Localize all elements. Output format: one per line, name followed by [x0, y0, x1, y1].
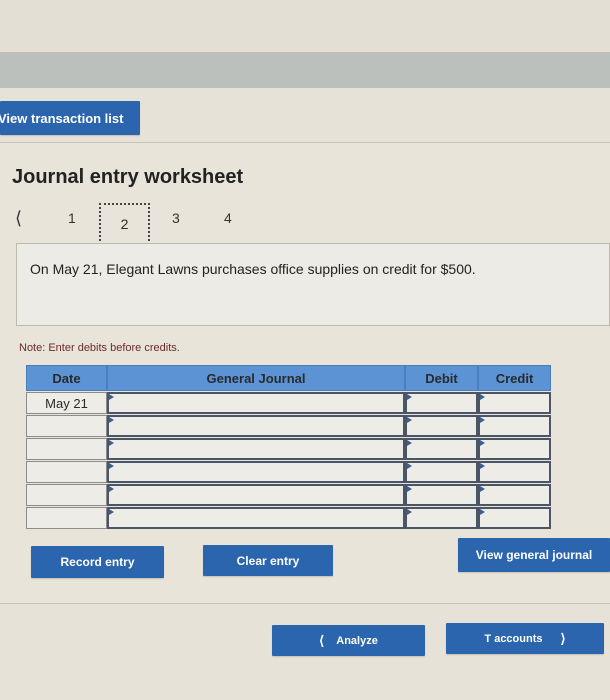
header-date: Date [26, 365, 107, 391]
page-1[interactable]: 1 [68, 210, 76, 226]
question-text: On May 21, Elegant Lawns purchases offic… [30, 261, 476, 277]
note-text: Note: Enter debits before credits. [19, 342, 180, 354]
credit-input[interactable] [478, 392, 551, 414]
credit-input[interactable] [478, 438, 551, 460]
date-cell [26, 461, 107, 483]
page-2-active[interactable]: 2 [99, 203, 150, 245]
debit-input[interactable] [405, 484, 478, 506]
page-2-label: 2 [120, 216, 129, 232]
page-3[interactable]: 3 [172, 210, 180, 226]
credit-input[interactable] [478, 461, 551, 483]
clear-entry-label: Clear entry [236, 553, 300, 568]
header-credit: Credit [478, 365, 551, 391]
page-title: Journal entry worksheet [12, 166, 244, 188]
debit-input[interactable] [405, 392, 478, 414]
date-cell [26, 507, 107, 529]
view-general-journal-label: View general journal [475, 548, 593, 562]
credit-input[interactable] [478, 415, 551, 437]
header-band [0, 52, 610, 88]
view-transaction-list-label: View transaction list [0, 110, 124, 126]
credit-input[interactable] [478, 484, 551, 506]
t-accounts-label: T accounts [484, 632, 543, 645]
header-debit: Debit [405, 365, 478, 391]
worksheet-pager: ⟨ 1 2 3 4 [0, 200, 300, 246]
account-input[interactable] [107, 461, 405, 483]
account-input[interactable] [107, 507, 405, 529]
page-4[interactable]: 4 [224, 210, 232, 226]
analyze-button[interactable]: ⟨ Analyze [272, 625, 425, 656]
question-box: On May 21, Elegant Lawns purchases offic… [16, 243, 610, 326]
debit-input[interactable] [405, 507, 478, 529]
date-cell [26, 415, 107, 437]
account-input[interactable] [107, 484, 405, 506]
analyze-label: Analyze [336, 634, 378, 647]
record-entry-button[interactable]: Record entry [31, 546, 164, 578]
chevron-right-icon: ⟩ [560, 630, 566, 646]
account-input[interactable] [107, 392, 405, 414]
date-cell: May 21 [26, 392, 107, 414]
chevron-left-icon[interactable]: ⟨ [15, 208, 22, 229]
t-accounts-button[interactable]: T accounts ⟩ [446, 623, 604, 654]
header-general-journal: General Journal [107, 365, 405, 391]
top-strip [0, 0, 610, 53]
chevron-left-icon: ⟨ [319, 632, 325, 648]
clear-entry-button[interactable]: Clear entry [203, 545, 333, 576]
date-cell [26, 484, 107, 506]
account-input[interactable] [107, 415, 405, 437]
record-entry-label: Record entry [60, 555, 135, 569]
view-general-journal-button[interactable]: View general journal [458, 538, 610, 572]
date-cell [26, 438, 107, 460]
account-input[interactable] [107, 438, 405, 460]
debit-input[interactable] [405, 438, 478, 460]
debit-input[interactable] [405, 415, 478, 437]
debit-input[interactable] [405, 461, 478, 483]
credit-input[interactable] [478, 507, 551, 529]
view-transaction-list-button[interactable]: View transaction list [0, 101, 140, 135]
